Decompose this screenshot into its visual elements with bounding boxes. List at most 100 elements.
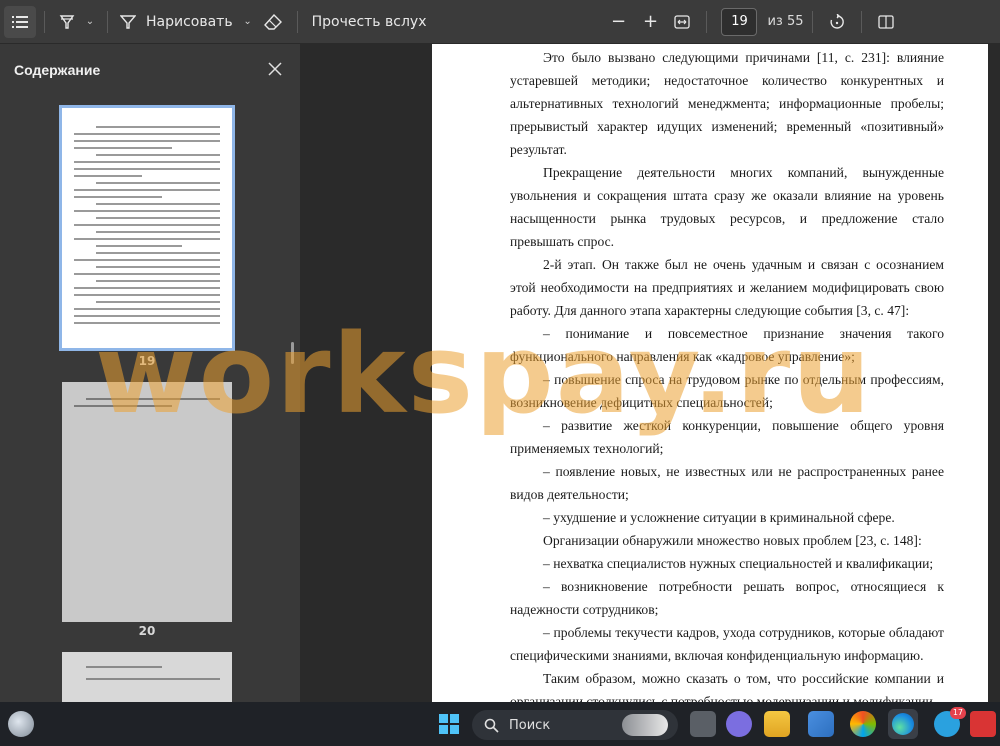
- thumbnail-text-line: [74, 161, 220, 163]
- thumbnail-text-line: [96, 280, 220, 282]
- photos-icon[interactable]: [850, 711, 876, 737]
- thumbnail-text-line: [74, 315, 220, 317]
- eraser-icon: [263, 13, 282, 30]
- highlighter-icon: [59, 14, 75, 29]
- thumbnail-text-line: [74, 259, 220, 261]
- search-label: Поиск: [509, 717, 551, 733]
- page-view-button[interactable]: [870, 6, 902, 38]
- document-canvas: Это было вызвано следующими причинами [1…: [300, 44, 1000, 702]
- plus-icon: +: [642, 11, 659, 32]
- page-thumbnail-20[interactable]: [62, 382, 232, 622]
- page-thumbnail-21[interactable]: [62, 652, 232, 702]
- thumbnail-text-line: [74, 147, 172, 149]
- highlight-button[interactable]: [53, 6, 81, 38]
- store-icon[interactable]: [808, 711, 834, 737]
- thumbnail-text-line: [86, 666, 162, 668]
- sidebar-title: Содержание: [14, 62, 101, 78]
- sidebar-resize-handle[interactable]: [291, 342, 294, 364]
- zoom-in-button[interactable]: +: [634, 6, 666, 38]
- thumbnail-text-line: [96, 126, 220, 128]
- document-paragraph: Прекращение деятельности многих компаний…: [510, 165, 944, 249]
- draw-button-label: Нарисовать: [146, 13, 233, 30]
- contents-sidebar: Содержание 19 20: [0, 44, 300, 702]
- document-paragraph: – развитие жесткой конкуренции, повышени…: [510, 418, 944, 456]
- thumbnail-text-line: [74, 196, 162, 198]
- task-view-icon[interactable]: [690, 711, 716, 737]
- draw-icon: [120, 14, 136, 29]
- document-paragraph: Это было вызвано следующими причинами [1…: [510, 50, 944, 157]
- thumbnail-text-line: [74, 168, 220, 170]
- document-paragraph: – нехватка специалистов нужных специальн…: [543, 556, 934, 571]
- thumbnail-text-line: [96, 252, 220, 254]
- document-paragraph: – проблемы текучести кадров, ухода сотру…: [510, 625, 944, 663]
- document-paragraph: Таким образом, можно сказать о том, что …: [510, 671, 944, 702]
- toolbar-separator: [44, 10, 45, 33]
- telegram-badge: 17: [949, 707, 966, 719]
- fit-width-button[interactable]: [666, 6, 698, 38]
- windows-taskbar: Поиск 17: [0, 702, 1000, 746]
- pdf-viewer-window: ⌄ Нарисовать ⌄ Прочесть вслух − + 19 из …: [0, 0, 1000, 746]
- rotate-icon: [829, 13, 844, 29]
- thumbnail-text-line: [74, 294, 220, 296]
- chat-icon[interactable]: [726, 711, 752, 737]
- taskbar-search[interactable]: Поиск: [472, 710, 678, 740]
- draw-dropdown-chevron-icon[interactable]: ⌄: [239, 16, 257, 27]
- thumbnail-text-line: [74, 238, 220, 240]
- page-number-input[interactable]: 19: [721, 7, 758, 36]
- page-thumbnail-19[interactable]: [59, 105, 235, 351]
- thumbnail-text-line: [96, 203, 220, 205]
- workspay-app-icon[interactable]: [970, 711, 996, 737]
- edge-icon[interactable]: [888, 709, 918, 739]
- toolbar-separator: [811, 10, 813, 33]
- draw-button[interactable]: Нарисовать: [116, 6, 239, 38]
- thumbnail-page-number: 20: [138, 624, 156, 638]
- minus-icon: −: [610, 11, 627, 32]
- thumbnail-text-line: [86, 398, 220, 400]
- toolbar-separator: [706, 10, 708, 33]
- close-icon: [268, 62, 282, 76]
- edge-logo-icon: [892, 713, 914, 735]
- file-explorer-icon[interactable]: [764, 711, 790, 737]
- page-total-label: из 55: [767, 14, 804, 29]
- search-icon: [484, 718, 499, 733]
- thumbnail-text-line: [96, 301, 220, 303]
- thumbnail-text-line: [74, 273, 220, 275]
- thumbnail-text-line: [74, 210, 220, 212]
- document-paragraph: – повышение спроса на трудовом рынке по …: [510, 372, 944, 410]
- thumbnail-text-line: [96, 217, 220, 219]
- thumbnail-text-line: [74, 140, 220, 142]
- thumbnail-text-line: [96, 266, 220, 268]
- list-icon: [12, 15, 28, 28]
- thumbnail-text-line: [74, 189, 220, 191]
- fit-width-icon: [674, 14, 691, 29]
- thumbnail-text-line: [96, 182, 220, 184]
- contents-toggle-button[interactable]: [4, 5, 36, 38]
- thumbnail-text-line: [74, 224, 220, 226]
- rotate-button[interactable]: [821, 6, 853, 38]
- thumbnail-text-line: [74, 405, 172, 407]
- telegram-icon[interactable]: 17: [934, 707, 966, 737]
- read-aloud-button[interactable]: Прочесть вслух: [306, 6, 433, 38]
- thumbnail-text-line: [74, 133, 220, 135]
- toolbar-separator: [107, 10, 108, 33]
- read-aloud-label: Прочесть вслух: [311, 13, 427, 30]
- windows-start-icon[interactable]: [436, 711, 462, 737]
- close-sidebar-button[interactable]: [262, 56, 288, 82]
- document-paragraph: 2-й этап. Он также был не очень удачным …: [510, 257, 944, 318]
- thumbnail-text-line: [74, 287, 220, 289]
- thumbnail-text-line: [86, 678, 220, 680]
- page-text: Это было вызвано следующими причинами [1…: [510, 46, 944, 702]
- eraser-button[interactable]: [257, 6, 289, 38]
- search-bird-illustration-icon: [622, 714, 668, 736]
- toolbar-separator: [296, 10, 298, 33]
- document-paragraph: – понимание и повсеместное признание зна…: [510, 326, 944, 364]
- zoom-out-button[interactable]: −: [602, 6, 634, 38]
- highlight-dropdown-chevron-icon[interactable]: ⌄: [81, 16, 99, 27]
- thumbnail-text-line: [74, 308, 220, 310]
- toolbar-separator: [860, 10, 862, 33]
- weather-icon[interactable]: [8, 711, 34, 737]
- document-paragraph: Организации обнаружили множество новых п…: [543, 533, 922, 548]
- thumbnail-text-line: [96, 154, 220, 156]
- document-paragraph: – появление новых, не известных или не р…: [510, 464, 944, 502]
- toolbar: ⌄ Нарисовать ⌄ Прочесть вслух − + 19 из …: [0, 0, 1000, 44]
